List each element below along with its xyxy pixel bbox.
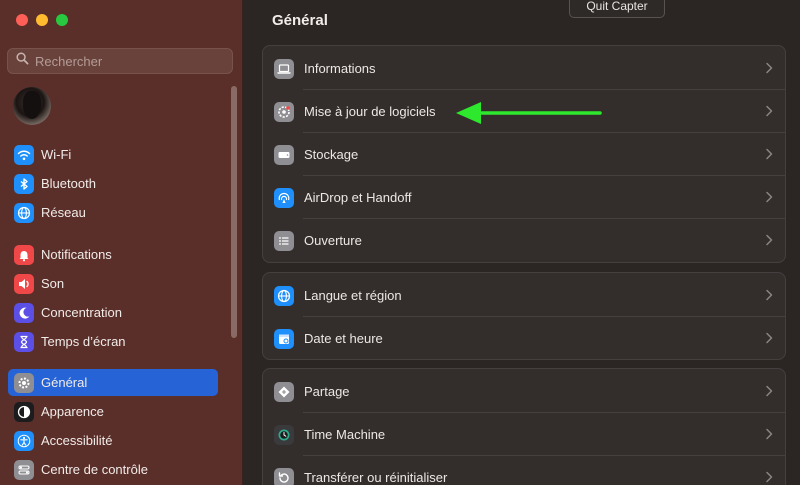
chevron-right-icon xyxy=(766,234,773,246)
globe-icon xyxy=(14,202,34,223)
main-content: Général Quit Capter Informations Mise à … xyxy=(243,0,800,485)
sidebar-item-general[interactable]: Général xyxy=(8,369,218,396)
row-label: Partage xyxy=(304,384,350,399)
chevron-right-icon xyxy=(766,62,773,74)
search-icon xyxy=(16,52,29,70)
search-field[interactable] xyxy=(7,48,233,74)
row-label: Transférer ou réinitialiser xyxy=(304,470,448,485)
row-label: Ouverture xyxy=(304,233,362,248)
hourglass-icon xyxy=(14,331,34,352)
chevron-right-icon xyxy=(766,428,773,440)
window-controls xyxy=(16,14,68,26)
control-center-icon xyxy=(14,459,34,480)
sidebar-item-label: Général xyxy=(41,375,88,390)
chevron-right-icon xyxy=(766,332,773,344)
settings-group-sharing: Partage Time Machine Transférer ou réini… xyxy=(262,368,786,485)
row-airdrop-handoff[interactable]: AirDrop et Handoff xyxy=(263,176,785,219)
sidebar-scrollbar[interactable] xyxy=(231,86,237,338)
sidebar-item-accessibilite[interactable]: Accessibilité xyxy=(8,427,218,454)
airdrop-icon xyxy=(274,187,294,208)
sidebar-item-label: Wi-Fi xyxy=(41,147,72,162)
speaker-icon xyxy=(14,273,34,294)
user-avatar[interactable] xyxy=(13,87,51,125)
sidebar-item-label: Bluetooth xyxy=(41,176,96,191)
tooltip: Quit Capter xyxy=(569,0,665,18)
row-label: Mise à jour de logiciels xyxy=(304,104,436,119)
minimize-window-button[interactable] xyxy=(36,14,48,26)
sidebar-item-label: Centre de contrôle xyxy=(41,462,148,477)
storage-icon xyxy=(274,144,294,165)
time-machine-icon xyxy=(274,424,294,445)
row-langue-region[interactable]: Langue et région xyxy=(263,274,785,317)
row-label: Time Machine xyxy=(304,427,386,442)
zoom-window-button[interactable] xyxy=(56,14,68,26)
sidebar-item-label: Accessibilité xyxy=(41,433,113,448)
software-update-icon xyxy=(274,101,294,122)
bluetooth-icon xyxy=(14,173,34,194)
appearance-icon xyxy=(14,401,34,422)
settings-group-locale: Langue et région Date et heure xyxy=(262,272,786,360)
sidebar-item-apparence[interactable]: Apparence xyxy=(8,398,218,425)
chevron-right-icon xyxy=(766,148,773,160)
laptop-icon xyxy=(274,58,294,79)
row-label: Langue et région xyxy=(304,288,402,303)
sidebar-item-label: Concentration xyxy=(41,305,122,320)
bell-icon xyxy=(14,244,34,265)
row-time-machine[interactable]: Time Machine xyxy=(263,413,785,456)
row-date-heure[interactable]: Date et heure xyxy=(263,317,785,360)
close-window-button[interactable] xyxy=(16,14,28,26)
row-label: AirDrop et Handoff xyxy=(304,190,412,205)
sidebar-item-centre-controle[interactable]: Centre de contrôle xyxy=(8,456,218,483)
sharing-icon xyxy=(274,381,294,402)
row-label: Informations xyxy=(304,61,376,76)
sidebar-item-label: Temps d’écran xyxy=(41,334,126,349)
row-label: Stockage xyxy=(304,147,359,162)
row-informations[interactable]: Informations xyxy=(263,47,785,90)
annotation-arrow-icon xyxy=(456,102,602,124)
sidebar-item-concentration[interactable]: Concentration xyxy=(8,299,218,326)
sidebar-item-son[interactable]: Son xyxy=(8,270,218,297)
moon-icon xyxy=(14,302,34,323)
globe-icon xyxy=(274,285,294,306)
sidebar-item-reseau[interactable]: Réseau xyxy=(8,199,218,226)
list-icon xyxy=(274,230,294,251)
chevron-right-icon xyxy=(766,191,773,203)
gear-icon xyxy=(14,372,34,393)
sidebar-item-bluetooth[interactable]: Bluetooth xyxy=(8,170,218,197)
chevron-right-icon xyxy=(766,105,773,117)
sidebar-item-temps-ecran[interactable]: Temps d’écran xyxy=(8,328,218,355)
row-stockage[interactable]: Stockage xyxy=(263,133,785,176)
search-input[interactable] xyxy=(35,53,225,69)
row-partage[interactable]: Partage xyxy=(263,370,785,413)
sidebar: Wi-Fi Bluetooth Réseau Notifications Son… xyxy=(0,0,243,485)
row-label: Date et heure xyxy=(304,331,383,346)
chevron-right-icon xyxy=(766,385,773,397)
chevron-right-icon xyxy=(766,471,773,483)
sidebar-item-wifi[interactable]: Wi-Fi xyxy=(8,141,218,168)
page-title: Général xyxy=(272,12,328,29)
accessibility-icon xyxy=(14,430,34,451)
reset-icon xyxy=(274,467,294,485)
calendar-icon xyxy=(274,328,294,349)
row-transferer-reinitialiser[interactable]: Transférer ou réinitialiser xyxy=(263,456,785,485)
row-ouverture[interactable]: Ouverture xyxy=(263,219,785,262)
settings-group-system: Informations Mise à jour de logiciels St… xyxy=(262,45,786,263)
sidebar-item-label: Son xyxy=(41,276,65,291)
chevron-right-icon xyxy=(766,289,773,301)
sidebar-item-notifications[interactable]: Notifications xyxy=(8,241,218,268)
sidebar-item-label: Notifications xyxy=(41,247,112,262)
sidebar-item-label: Réseau xyxy=(41,205,86,220)
wifi-icon xyxy=(14,144,34,165)
sidebar-item-label: Apparence xyxy=(41,404,104,419)
